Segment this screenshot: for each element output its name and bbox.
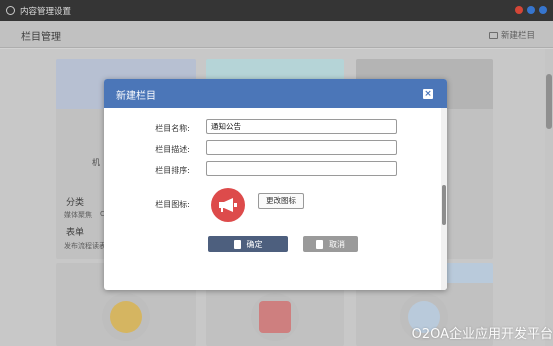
confirm-label: 确定: [246, 239, 263, 249]
cancel-label: 取消: [329, 239, 345, 249]
dialog-scrollbar[interactable]: [441, 108, 447, 290]
close-icon[interactable]: ×: [423, 89, 433, 99]
dialog-scrollbar-thumb[interactable]: [442, 185, 446, 225]
name-label: 栏目名称:: [155, 124, 190, 133]
change-icon-button[interactable]: 更改图标: [258, 193, 304, 209]
dialog-title: 新建栏目: [116, 91, 156, 102]
document-icon: [316, 239, 323, 249]
order-field[interactable]: [206, 161, 397, 176]
confirm-button[interactable]: 确定: [208, 236, 288, 252]
description-field[interactable]: [206, 140, 397, 155]
document-icon: [233, 239, 241, 249]
cancel-button[interactable]: 取消: [303, 236, 358, 252]
name-field[interactable]: [206, 119, 397, 134]
watermark-text: O2OA企业应用开发平台: [411, 327, 553, 342]
icon-label: 栏目图标:: [155, 200, 190, 209]
new-column-dialog: 新建栏目 × 栏目名称: 栏目描述: 栏目排序: 栏目图标: 更改图标 确定 取…: [104, 79, 447, 290]
megaphone-icon: [211, 188, 245, 222]
dialog-header: 新建栏目 ×: [104, 79, 447, 108]
description-label: 栏目描述:: [155, 145, 190, 154]
order-label: 栏目排序:: [155, 166, 190, 175]
